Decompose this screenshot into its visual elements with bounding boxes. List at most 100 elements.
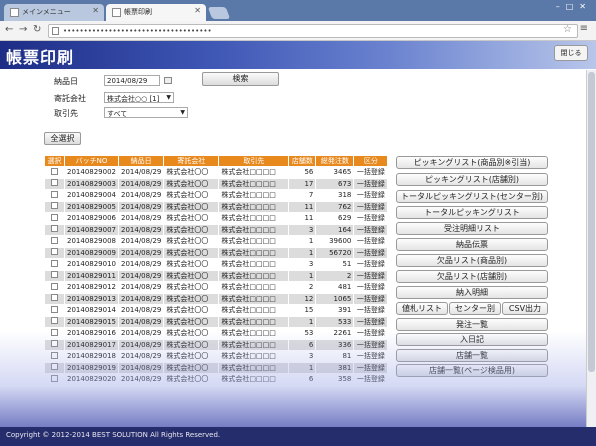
star-icon[interactable]: ☆: [563, 24, 572, 35]
row-checkbox[interactable]: [44, 189, 65, 202]
row-checkbox[interactable]: [44, 177, 65, 190]
checkbox[interactable]: [51, 374, 58, 382]
row-checkbox[interactable]: [44, 292, 65, 305]
row-checkbox[interactable]: [44, 200, 65, 213]
new-tab-button[interactable]: [207, 7, 231, 19]
delivery-date-cell: 2014/08/29: [117, 166, 165, 179]
row-checkbox[interactable]: [44, 304, 65, 317]
browser-tab-main-menu[interactable]: メインメニュー ✕: [4, 4, 104, 21]
client-cell: 株式会社□□□□: [218, 189, 290, 202]
checkbox[interactable]: [51, 363, 58, 371]
date-input[interactable]: 2014/08/29: [104, 75, 160, 86]
type-cell: 一括登録: [353, 246, 389, 259]
batch-no-cell: 20140829005: [64, 200, 119, 213]
price-tag-button[interactable]: 値札リスト: [396, 302, 448, 315]
daily-log-button[interactable]: 入日記: [396, 333, 548, 346]
batch-no-cell: 20140829011: [64, 269, 119, 282]
checkbox[interactable]: [51, 317, 58, 325]
select-all-button[interactable]: 全選択: [44, 132, 81, 145]
csv-output-button[interactable]: CSV出力: [502, 302, 548, 315]
checkbox[interactable]: [51, 225, 58, 233]
row-checkbox[interactable]: [44, 338, 65, 351]
row-checkbox[interactable]: [44, 235, 65, 248]
batch-no-cell: 20140829012: [64, 281, 119, 294]
delivery-date-cell: 2014/08/29: [117, 246, 165, 259]
order-detail-button[interactable]: 受注明細リスト: [396, 222, 548, 235]
type-cell: 一括登録: [353, 338, 389, 351]
checkbox[interactable]: [51, 328, 58, 336]
delivery-date-cell: 2014/08/29: [117, 350, 165, 363]
total-picking-button[interactable]: トータルピッキングリスト: [396, 206, 548, 219]
store-list-button[interactable]: 店舗一覧: [396, 349, 548, 362]
row-checkbox[interactable]: [44, 315, 65, 328]
store-list-inspection-button[interactable]: 店舗一覧(ページ検品用): [396, 364, 548, 377]
checkbox[interactable]: [51, 294, 58, 302]
checkbox[interactable]: [51, 259, 58, 267]
back-arrow-icon[interactable]: ←: [5, 24, 13, 35]
column-header: バッチNO: [64, 155, 119, 167]
type-cell: 一括登録: [353, 177, 389, 190]
delivery-date-cell: 2014/08/29: [117, 223, 165, 236]
client-cell: 株式会社□□□□: [218, 315, 290, 328]
shortage-product-button[interactable]: 欠品リスト(商品別): [396, 254, 548, 267]
checkbox[interactable]: [51, 340, 58, 348]
consignor-select[interactable]: 株式会社○○ [1] ▼: [104, 92, 174, 103]
checkbox[interactable]: [51, 236, 58, 244]
row-checkbox[interactable]: [44, 246, 65, 259]
by-center-button[interactable]: センター別: [449, 302, 501, 315]
row-checkbox[interactable]: [44, 166, 65, 179]
scrollbar[interactable]: [586, 70, 596, 427]
checkbox[interactable]: [51, 179, 58, 187]
delivery-slip-button[interactable]: 納品伝票: [396, 238, 548, 251]
order-total-cell: 381: [315, 361, 355, 374]
url-input[interactable]: ••••••••••••••••••••••••••••••••••••: [48, 24, 578, 38]
checkbox[interactable]: [51, 351, 58, 359]
calendar-icon[interactable]: [164, 77, 172, 84]
consignor-cell: 株式会社〇〇: [163, 212, 220, 225]
table-row: 20140829003 2014/08/29 株式会社〇〇 株式会社□□□□ 17 673…: [44, 177, 389, 190]
consignor-cell: 株式会社〇〇: [163, 189, 220, 202]
checkbox[interactable]: [51, 167, 58, 175]
row-checkbox[interactable]: [44, 327, 65, 340]
row-checkbox[interactable]: [44, 223, 65, 236]
checkbox[interactable]: [51, 282, 58, 290]
client-select[interactable]: すべて ▼: [104, 107, 188, 118]
close-icon[interactable]: ✕: [92, 6, 99, 15]
table-row: 20140829008 2014/08/29 株式会社〇〇 株式会社□□□□ 1 3960…: [44, 235, 389, 248]
scrollbar-thumb[interactable]: [588, 72, 595, 372]
menu-icon[interactable]: ≡: [580, 23, 588, 34]
browser-tab-report-print[interactable]: 帳票印刷 ✕: [106, 4, 206, 21]
delivery-detail-button[interactable]: 納入明細: [396, 286, 548, 299]
checkbox[interactable]: [51, 248, 58, 256]
picking-list-product-button[interactable]: ピッキングリスト(商品別※引当): [396, 156, 548, 169]
total-picking-center-button[interactable]: トータルピッキングリスト(センター別): [396, 190, 548, 203]
type-cell: 一括登録: [353, 189, 389, 202]
row-checkbox[interactable]: [44, 373, 65, 386]
type-cell: 一括登録: [353, 350, 389, 363]
row-checkbox[interactable]: [44, 212, 65, 225]
window-controls[interactable]: –□✕: [556, 2, 592, 11]
checkbox[interactable]: [51, 202, 58, 210]
row-checkbox[interactable]: [44, 361, 65, 374]
table-row: 20140829014 2014/08/29 株式会社〇〇 株式会社□□□□ 15 391…: [44, 304, 389, 317]
checkbox[interactable]: [51, 271, 58, 279]
store-count-cell: 15: [288, 304, 317, 317]
shortage-store-button[interactable]: 欠品リスト(店舗別): [396, 270, 548, 283]
close-button[interactable]: 閉じる: [554, 45, 588, 61]
forward-arrow-icon[interactable]: →: [19, 24, 27, 35]
checkbox[interactable]: [51, 213, 58, 221]
row-checkbox[interactable]: [44, 258, 65, 271]
row-checkbox[interactable]: [44, 269, 65, 282]
reload-icon[interactable]: ↻: [33, 24, 41, 35]
search-button[interactable]: 検索: [202, 72, 279, 86]
checkbox[interactable]: [51, 190, 58, 198]
page-icon: [10, 8, 19, 17]
checkbox[interactable]: [51, 305, 58, 313]
picking-list-store-button[interactable]: ピッキングリスト(店舗別): [396, 173, 548, 186]
close-icon[interactable]: ✕: [194, 6, 201, 15]
column-header: 取引先: [218, 155, 290, 167]
table-row: 20140829016 2014/08/29 株式会社〇〇 株式会社□□□□ 53 226…: [44, 327, 389, 340]
row-checkbox[interactable]: [44, 350, 65, 363]
shipping-list-button[interactable]: 発注一覧: [396, 318, 548, 331]
row-checkbox[interactable]: [44, 281, 65, 294]
